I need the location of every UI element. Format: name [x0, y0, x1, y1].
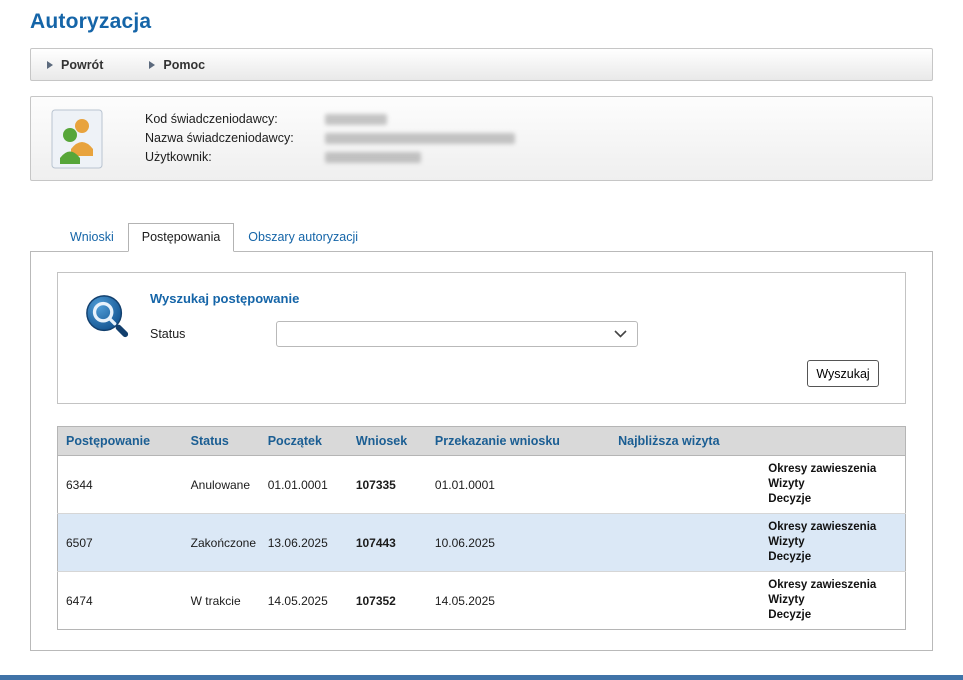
action-wizyty[interactable]: Wizyty	[768, 535, 897, 550]
header-actions	[760, 427, 905, 456]
search-body: Wyszukaj postępowanie Status	[150, 287, 638, 347]
header-przekazanie-wniosku: Przekazanie wniosku	[427, 427, 610, 456]
cell-przekazanie: 10.06.2025	[427, 514, 610, 572]
cell-actions: Okresy zawieszenia Wizyty Decyzje	[760, 456, 905, 514]
redacted-value	[325, 133, 515, 144]
tab-obszary-autoryzacji[interactable]: Obszary autoryzacji	[234, 223, 372, 252]
cell-poczatek: 01.01.0001	[260, 456, 348, 514]
back-button[interactable]: Powrót	[47, 58, 103, 72]
action-decyzje[interactable]: Decyzje	[768, 550, 897, 565]
toolbar: Powrót Pomoc	[30, 48, 933, 81]
tab-wnioski[interactable]: Wnioski	[56, 223, 128, 252]
user-label: Użytkownik:	[145, 148, 325, 167]
cell-wizyta	[610, 572, 760, 630]
header-wniosek: Wniosek	[348, 427, 427, 456]
page-title: Autoryzacja	[30, 10, 933, 34]
results-table: Postępowanie Status Początek Wniosek Prz…	[57, 426, 906, 630]
search-icon	[84, 293, 130, 339]
back-label: Powrót	[61, 58, 103, 72]
provider-fields: Kod świadczeniodawcy: Nazwa świadczeniod…	[145, 110, 918, 167]
cell-przekazanie: 01.01.0001	[427, 456, 610, 514]
cell-wizyta	[610, 514, 760, 572]
status-label: Status	[150, 327, 276, 341]
table-row: 6474 W trakcie 14.05.2025 107352 14.05.2…	[58, 572, 906, 630]
provider-panel: Kod świadczeniodawcy: Nazwa świadczeniod…	[30, 96, 933, 181]
tab-postepowania[interactable]: Postępowania	[128, 223, 235, 252]
cell-przekazanie: 14.05.2025	[427, 572, 610, 630]
arrow-right-icon	[149, 61, 155, 69]
cell-postepowanie: 6344	[58, 456, 183, 514]
action-okresy-zawieszenia[interactable]: Okresy zawieszenia	[768, 520, 897, 535]
action-okresy-zawieszenia[interactable]: Okresy zawieszenia	[768, 462, 897, 477]
cell-status: Anulowane	[183, 456, 260, 514]
table-header-row: Postępowanie Status Początek Wniosek Prz…	[58, 427, 906, 456]
cell-wizyta	[610, 456, 760, 514]
cell-wniosek: 107335	[348, 456, 427, 514]
action-decyzje[interactable]: Decyzje	[768, 608, 897, 623]
cell-actions: Okresy zawieszenia Wizyty Decyzje	[760, 514, 905, 572]
action-wizyty[interactable]: Wizyty	[768, 593, 897, 608]
status-select[interactable]	[276, 321, 638, 347]
footer-bar	[0, 675, 963, 680]
search-title: Wyszukaj postępowanie	[150, 291, 638, 306]
help-button[interactable]: Pomoc	[149, 58, 205, 72]
cell-status: Zakończone	[183, 514, 260, 572]
help-label: Pomoc	[163, 58, 205, 72]
cell-poczatek: 14.05.2025	[260, 572, 348, 630]
table-row: 6507 Zakończone 13.06.2025 107443 10.06.…	[58, 514, 906, 572]
header-status: Status	[183, 427, 260, 456]
cell-wniosek: 107352	[348, 572, 427, 630]
action-wizyty[interactable]: Wizyty	[768, 477, 897, 492]
header-poczatek: Początek	[260, 427, 348, 456]
page: Autoryzacja Powrót Pomoc Kod świadczenio…	[0, 10, 963, 651]
cell-postepowanie: 6507	[58, 514, 183, 572]
header-postepowanie: Postępowanie	[58, 427, 183, 456]
action-decyzje[interactable]: Decyzje	[768, 492, 897, 507]
table-row: 6344 Anulowane 01.01.0001 107335 01.01.0…	[58, 456, 906, 514]
user-row: Użytkownik:	[145, 148, 918, 167]
tabstrip: Wnioski Postępowania Obszary autoryzacji	[30, 223, 933, 252]
provider-name-row: Nazwa świadczeniodawcy:	[145, 129, 918, 148]
search-button[interactable]: Wyszukaj	[807, 360, 879, 387]
header-najblizsza-wizyta: Najbliższa wizyta	[610, 427, 760, 456]
provider-name-label: Nazwa świadczeniodawcy:	[145, 129, 325, 148]
cell-postepowanie: 6474	[58, 572, 183, 630]
cell-actions: Okresy zawieszenia Wizyty Decyzje	[760, 572, 905, 630]
redacted-value	[325, 152, 421, 163]
cell-status: W trakcie	[183, 572, 260, 630]
cell-poczatek: 13.06.2025	[260, 514, 348, 572]
status-row: Status	[150, 321, 638, 347]
content-panel: Wyszukaj postępowanie Status Wyszukaj	[30, 251, 933, 651]
people-icon	[51, 109, 103, 169]
action-okresy-zawieszenia[interactable]: Okresy zawieszenia	[768, 578, 897, 593]
redacted-value	[325, 114, 387, 125]
arrow-right-icon	[47, 61, 53, 69]
chevron-down-icon	[614, 325, 627, 343]
cell-wniosek: 107443	[348, 514, 427, 572]
provider-code-row: Kod świadczeniodawcy:	[145, 110, 918, 129]
search-panel: Wyszukaj postępowanie Status Wyszukaj	[57, 272, 906, 404]
provider-code-label: Kod świadczeniodawcy:	[145, 110, 325, 129]
